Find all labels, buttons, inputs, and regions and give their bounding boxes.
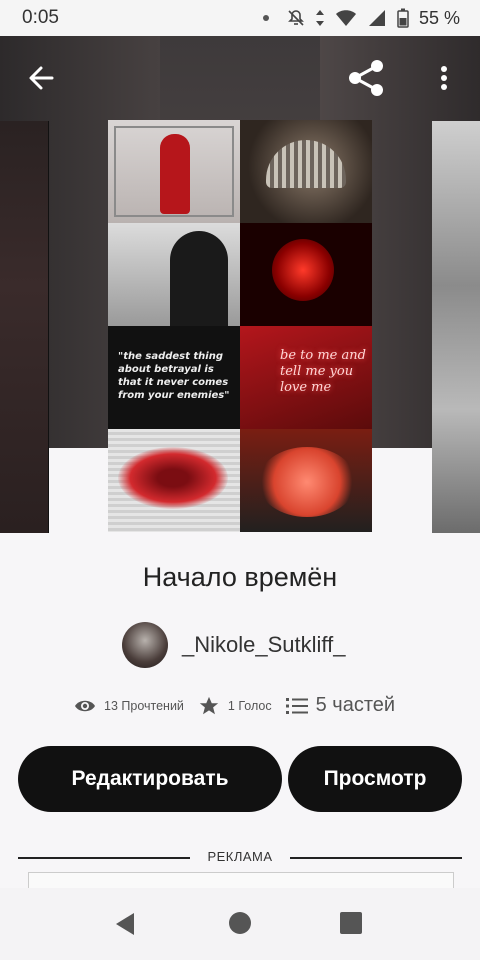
avatar[interactable] <box>122 622 168 668</box>
story-cover[interactable]: "the saddest thing about betrayal is tha… <box>108 120 372 532</box>
parts-count[interactable]: 5 частей <box>316 694 395 717</box>
parts-stat[interactable]: 5 частей <box>285 694 395 717</box>
votes-stat: 1 Голос <box>198 695 272 717</box>
more-vertical-icon <box>441 66 447 90</box>
reads-count: 13 Прочтений <box>104 698 184 713</box>
back-triangle-icon[interactable] <box>114 912 136 936</box>
author-row[interactable]: _Nikole_Sutkliff_ <box>122 622 345 668</box>
cover-tile-quote: "the saddest thing about betrayal is tha… <box>108 326 240 429</box>
home-circle-icon[interactable] <box>229 912 251 934</box>
eye-icon <box>75 700 95 711</box>
battery-percent: 55 % <box>418 7 460 28</box>
story-title: Начало времён <box>142 562 338 592</box>
cover-tile-crown <box>240 120 372 223</box>
author-name[interactable]: _Nikole_Sutkliff_ <box>182 632 345 658</box>
story-stats: 13 Прочтений 1 Голос 5 частей <box>74 694 395 717</box>
status-time: 0:05 <box>22 7 59 28</box>
cover-tile-neon: be to me and tell me you love me <box>240 326 372 429</box>
arrow-left-icon <box>29 66 54 90</box>
votes-count: 1 Голос <box>227 698 272 713</box>
signal-icon <box>368 10 385 26</box>
dot-icon <box>262 15 269 21</box>
previous-story-cover[interactable] <box>0 121 49 533</box>
cover-quote-text: "the saddest thing about betrayal is tha… <box>118 351 230 401</box>
app-bar <box>0 36 480 122</box>
ad-divider: РЕКЛАМА <box>18 848 462 868</box>
cover-tile-rose <box>240 223 372 326</box>
share-button[interactable] <box>344 56 388 100</box>
reads-stat: 13 Прочтений <box>74 698 184 714</box>
next-story-cover[interactable] <box>432 121 480 533</box>
list-icon <box>285 697 308 714</box>
cover-tile-lips <box>108 429 240 532</box>
data-icon <box>315 10 324 26</box>
cover-tile-smoke <box>240 429 372 532</box>
ad-label: РЕКЛАМА <box>207 849 273 864</box>
cover-tile-girl <box>108 223 240 326</box>
more-options-button[interactable] <box>430 58 458 98</box>
recents-square-icon[interactable] <box>340 912 362 934</box>
cover-tile-red-dress <box>108 120 240 223</box>
back-button[interactable] <box>22 58 62 98</box>
cover-neon-text: be to me and tell me you love me <box>280 348 366 395</box>
star-icon <box>199 696 219 714</box>
view-button[interactable]: Просмотр <box>288 746 462 812</box>
edit-button[interactable]: Редактировать <box>18 746 282 812</box>
status-bar: 0:05 55 % <box>0 0 480 36</box>
share-icon <box>349 60 383 96</box>
status-icons: 55 % <box>262 7 460 29</box>
mute-icon <box>288 10 304 26</box>
wifi-icon <box>335 10 356 26</box>
battery-icon <box>397 8 409 28</box>
